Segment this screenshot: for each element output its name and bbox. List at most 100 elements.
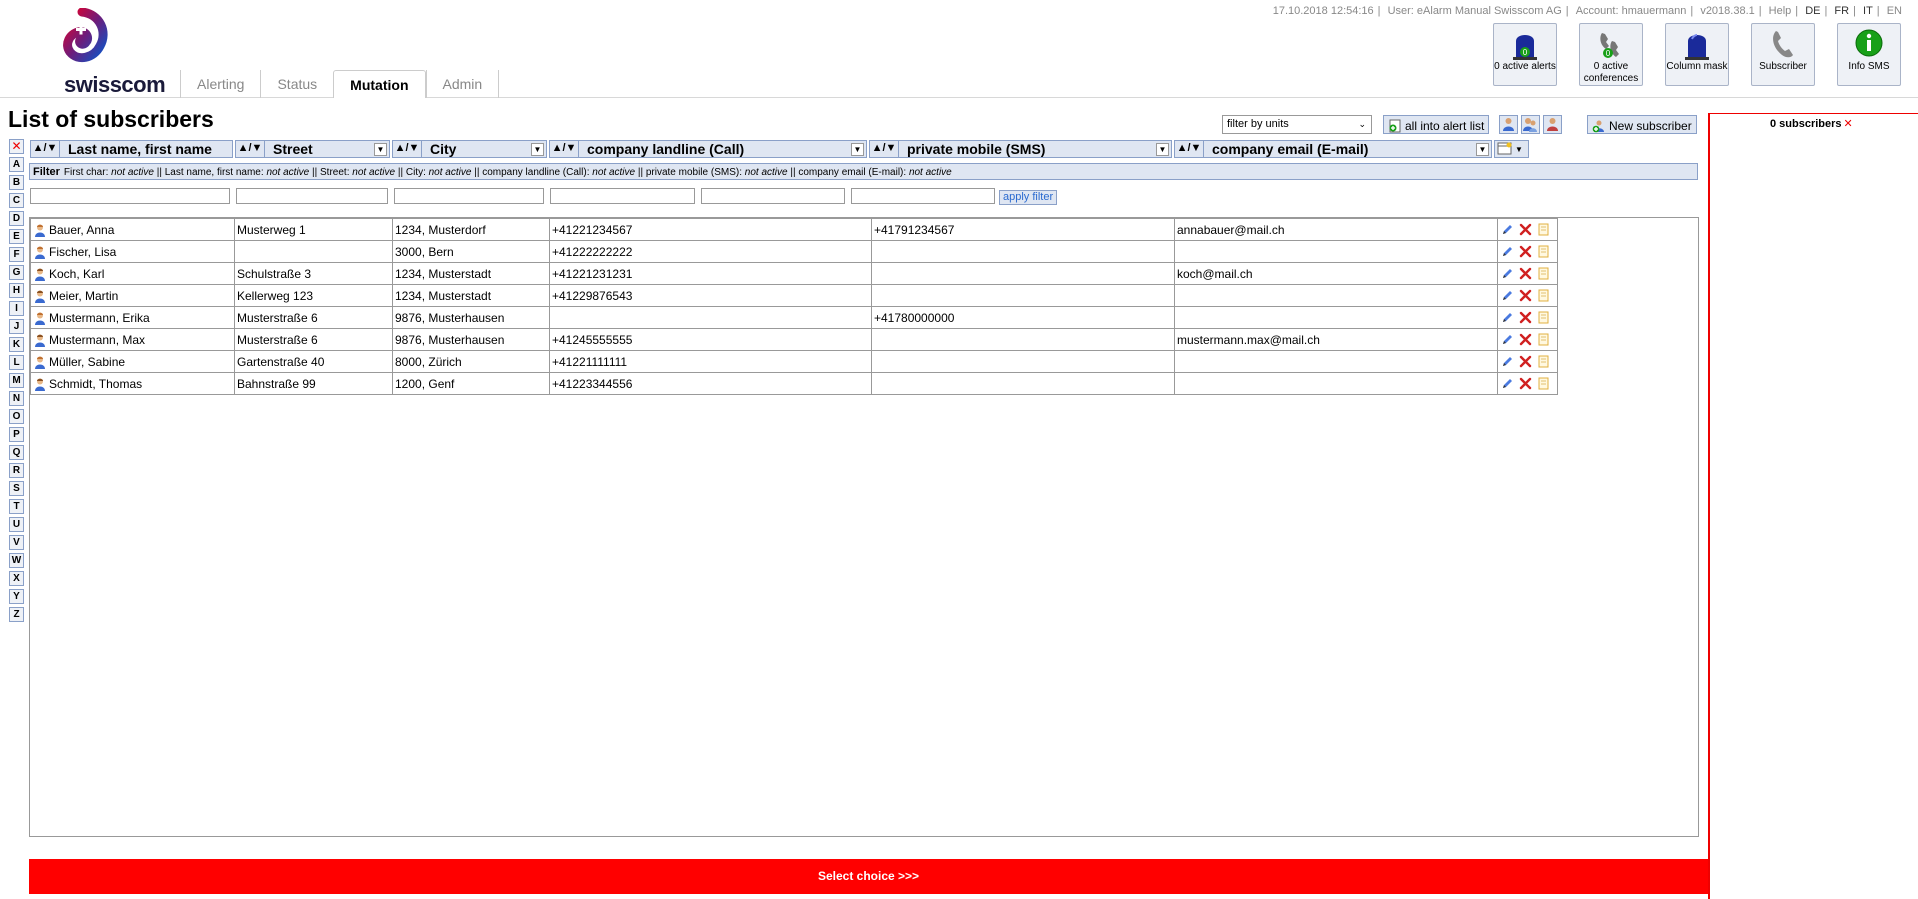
alpha-filter-i[interactable]: I (9, 301, 24, 316)
alpha-filter-y[interactable]: Y (9, 589, 24, 604)
delete-icon[interactable] (1518, 288, 1533, 303)
alpha-filter-q[interactable]: Q (9, 445, 24, 460)
city-dropdown-icon[interactable]: ▼ (531, 142, 544, 156)
clear-alpha-filter-icon[interactable]: ✕ (9, 139, 24, 154)
filter-mobile-input[interactable] (701, 188, 845, 204)
active-alerts-button[interactable]: 0 0 active alerts (1493, 23, 1557, 86)
alpha-filter-z[interactable]: Z (9, 607, 24, 622)
alpha-filter-u[interactable]: U (9, 517, 24, 532)
street-dropdown-icon[interactable]: ▼ (374, 142, 387, 156)
subscriber-name[interactable]: Mustermann, Erika (49, 311, 150, 325)
select-choice-button[interactable]: Select choice >>> (29, 859, 1708, 894)
subscriber-name[interactable]: Mustermann, Max (49, 333, 145, 347)
delete-icon[interactable] (1518, 310, 1533, 325)
subscriber-name[interactable]: Schmidt, Thomas (49, 377, 142, 391)
table-row[interactable]: Fischer, Lisa 3000, Bern +41222222222 (30, 240, 1558, 263)
edit-icon[interactable] (1500, 266, 1515, 281)
info-sms-button[interactable]: Info SMS (1837, 23, 1901, 86)
alpha-filter-c[interactable]: C (9, 193, 24, 208)
delete-icon[interactable] (1518, 222, 1533, 237)
alpha-filter-a[interactable]: A (9, 157, 24, 172)
copy-icon[interactable] (1536, 376, 1551, 391)
active-conferences-button[interactable]: 0 0 active conferences (1579, 23, 1643, 86)
copy-icon[interactable] (1536, 266, 1551, 281)
alpha-filter-w[interactable]: W (9, 553, 24, 568)
delete-icon[interactable] (1518, 332, 1533, 347)
tab-alerting[interactable]: Alerting (180, 70, 260, 98)
delete-icon[interactable] (1518, 244, 1533, 259)
alpha-filter-m[interactable]: M (9, 373, 24, 388)
filter-city-input[interactable] (394, 188, 544, 204)
sort-street-button[interactable]: ▲/▼ (236, 141, 265, 157)
edit-icon[interactable] (1500, 332, 1515, 347)
copy-icon[interactable] (1536, 288, 1551, 303)
sort-email-button[interactable]: ▲/▼ (1175, 141, 1204, 157)
landline-dropdown-icon[interactable]: ▼ (851, 142, 864, 156)
lang-de[interactable]: DE (1805, 5, 1820, 17)
alpha-filter-o[interactable]: O (9, 409, 24, 424)
edit-icon[interactable] (1500, 376, 1515, 391)
sort-city-button[interactable]: ▲/▼ (393, 141, 422, 157)
alpha-filter-d[interactable]: D (9, 211, 24, 226)
sort-mobile-button[interactable]: ▲/▼ (870, 141, 899, 157)
new-subscriber-button[interactable]: New subscriber (1587, 115, 1697, 134)
mobile-dropdown-icon[interactable]: ▼ (1156, 142, 1169, 156)
copy-icon[interactable] (1536, 354, 1551, 369)
tab-status[interactable]: Status (260, 70, 333, 98)
copy-icon[interactable] (1536, 244, 1551, 259)
tab-mutation[interactable]: Mutation (333, 70, 426, 98)
table-row[interactable]: Meier, Martin Kellerweg 123 1234, Musterst… (30, 284, 1558, 307)
edit-icon[interactable] (1500, 244, 1515, 259)
swisscom-logo[interactable]: swisscom (30, 7, 166, 97)
subscriber-name[interactable]: Meier, Martin (49, 289, 118, 303)
table-row[interactable]: Schmidt, Thomas Bahnstraße 99 1200, Genf +4… (30, 372, 1558, 395)
clear-selection-icon[interactable]: ✕ (1844, 118, 1853, 130)
help-link[interactable]: Help (1769, 5, 1792, 17)
copy-icon[interactable] (1536, 310, 1551, 325)
table-row[interactable]: Mustermann, Max Musterstraße 6 9876, Muste… (30, 328, 1558, 351)
filter-name-input[interactable] (30, 188, 230, 204)
alpha-filter-n[interactable]: N (9, 391, 24, 406)
alpha-filter-b[interactable]: B (9, 175, 24, 190)
column-mask-button[interactable]: Column mask (1665, 23, 1729, 86)
filter-person-button[interactable] (1499, 115, 1518, 134)
alpha-filter-p[interactable]: P (9, 427, 24, 442)
alpha-filter-j[interactable]: J (9, 319, 24, 334)
alpha-filter-t[interactable]: T (9, 499, 24, 514)
subscriber-name[interactable]: Bauer, Anna (49, 223, 114, 237)
copy-icon[interactable] (1536, 222, 1551, 237)
alpha-filter-h[interactable]: H (9, 283, 24, 298)
alpha-filter-s[interactable]: S (9, 481, 24, 496)
alpha-filter-x[interactable]: X (9, 571, 24, 586)
unit-filter-select[interactable]: filter by units ⌄ (1222, 115, 1372, 134)
filter-landline-input[interactable] (550, 188, 695, 204)
edit-icon[interactable] (1500, 222, 1515, 237)
edit-icon[interactable] (1500, 310, 1515, 325)
subscriber-name[interactable]: Fischer, Lisa (49, 245, 116, 259)
apply-filter-button[interactable]: apply filter (999, 190, 1058, 205)
delete-icon[interactable] (1518, 376, 1533, 391)
sort-name-button[interactable]: ▲/▼ (31, 141, 60, 157)
table-row[interactable]: Koch, Karl Schulstraße 3 1234, Musterstadt… (30, 262, 1558, 285)
lang-en[interactable]: EN (1887, 5, 1902, 17)
alpha-filter-f[interactable]: F (9, 247, 24, 262)
delete-icon[interactable] (1518, 266, 1533, 281)
subscriber-name[interactable]: Müller, Sabine (49, 355, 125, 369)
email-dropdown-icon[interactable]: ▼ (1476, 142, 1489, 156)
filter-street-input[interactable] (236, 188, 388, 204)
lang-it[interactable]: IT (1863, 5, 1873, 17)
edit-icon[interactable] (1500, 354, 1515, 369)
table-row[interactable]: Bauer, Anna Musterweg 1 1234, Musterdorf +4… (30, 218, 1558, 241)
table-row[interactable]: Müller, Sabine Gartenstraße 40 8000, Züric… (30, 350, 1558, 373)
tab-admin[interactable]: Admin (425, 70, 500, 98)
delete-icon[interactable] (1518, 354, 1533, 369)
filter-email-input[interactable] (851, 188, 995, 204)
alpha-filter-e[interactable]: E (9, 229, 24, 244)
table-row[interactable]: Mustermann, Erika Musterstraße 6 9876, Mus… (30, 306, 1558, 329)
copy-icon[interactable] (1536, 332, 1551, 347)
alpha-filter-r[interactable]: R (9, 463, 24, 478)
column-options[interactable]: ▼ (1494, 140, 1529, 158)
filter-person-group-button[interactable] (1521, 115, 1540, 134)
alpha-filter-k[interactable]: K (9, 337, 24, 352)
all-into-alert-list-button[interactable]: all into alert list (1383, 115, 1490, 134)
